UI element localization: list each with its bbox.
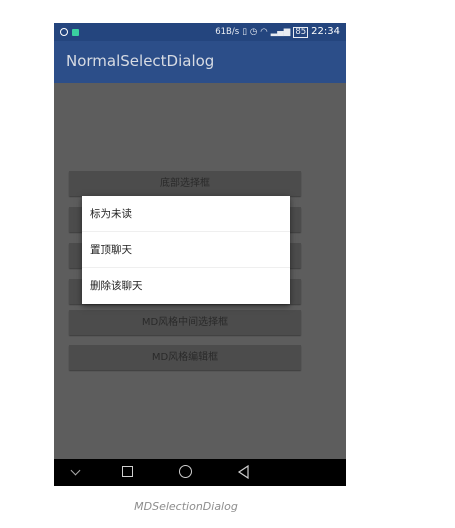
network-speed: 61B/s [215,27,240,37]
md-edit-dialog-button[interactable]: MD风格编辑框 [69,345,301,370]
battery-level: 85 [295,26,307,37]
dialog-item-mark-unread[interactable]: 标为未读 [82,196,290,232]
dialog-item-pin-chat[interactable]: 置顶聊天 [82,232,290,268]
chevron-down-icon[interactable] [70,465,81,476]
alarm-icon: ◷ [249,27,258,37]
status-left-icons [60,23,79,41]
navigation-bar [54,459,346,486]
signal-icon: ▂▄▆ [270,27,291,37]
home-icon[interactable] [179,465,192,478]
app-title: NormalSelectDialog [66,52,215,70]
app-bar: NormalSelectDialog [54,41,346,83]
wifi-icon: ◠ [260,27,268,37]
recent-apps-icon[interactable] [122,466,133,477]
status-bar: 61B/s ▯ ◷ ◠ ▂▄▆ 85 22:34 [54,23,346,41]
status-right: 61B/s ▯ ◷ ◠ ▂▄▆ 85 22:34 [215,23,340,41]
selection-dialog: 标为未读 置顶聊天 删除该聊天 [82,196,290,304]
app-notification-icon [72,28,79,36]
notification-icon [60,28,68,36]
back-icon[interactable] [237,465,251,479]
bottom-select-button[interactable]: 底部选择框 [69,171,301,196]
dialog-item-delete-chat[interactable]: 删除该聊天 [82,268,290,304]
battery-icon: 85 [293,26,309,38]
md-middle-select-button[interactable]: MD风格中间选择框 [69,310,301,335]
figure-caption: MDSelectionDialog [134,500,238,513]
phone-screen: 61B/s ▯ ◷ ◠ ▂▄▆ 85 22:34 NormalSelectDia… [54,23,346,486]
vibrate-icon: ▯ [242,27,247,37]
main-content: 底部选择框 MD风格中间选择框 MD风格编辑框 标为未读 置顶聊天 删除该聊天 [54,83,346,459]
status-time: 22:34 [311,26,340,37]
